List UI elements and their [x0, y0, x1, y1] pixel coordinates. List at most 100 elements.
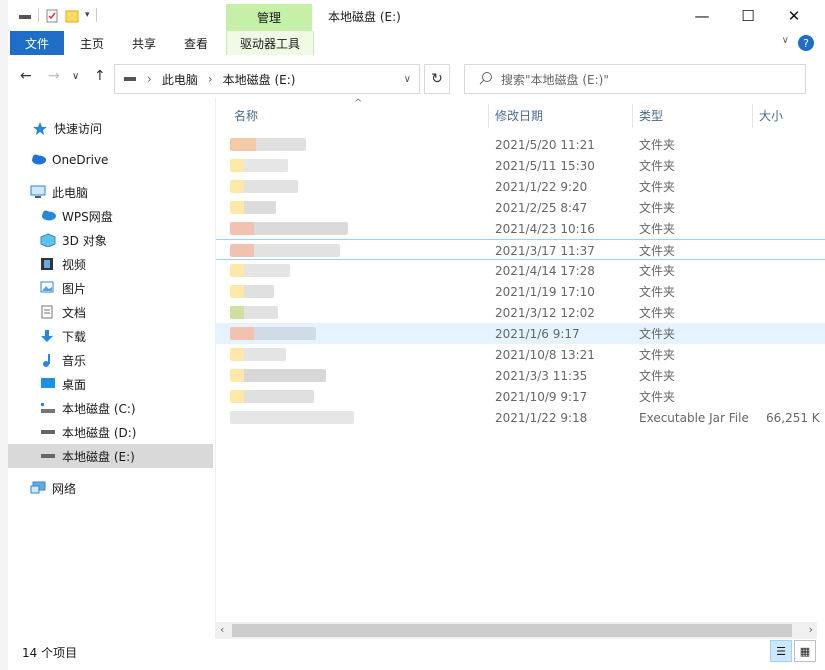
tab-view[interactable]: 查看 — [174, 31, 218, 55]
column-modified[interactable]: 修改日期 — [495, 100, 543, 130]
column-separator[interactable] — [632, 104, 633, 128]
nav-documents[interactable]: 文档 — [8, 300, 213, 324]
address-bar[interactable]: › 此电脑 › 本地磁盘 (E:) ∨ — [114, 64, 420, 94]
file-type: 文件夹 — [639, 369, 676, 383]
scrollbar-thumb[interactable] — [232, 624, 792, 637]
file-type: 文件夹 — [639, 138, 676, 152]
file-row[interactable]: 2021/2/25 8:47 文件夹 — [216, 197, 825, 218]
file-type: 文件夹 — [639, 264, 676, 278]
properties-icon[interactable] — [45, 9, 59, 23]
address-row: ← → ∨ ↑ › 此电脑 › 本地磁盘 (E:) ∨ ↻ 搜索"本地磁盘 (E… — [8, 60, 825, 96]
download-icon — [40, 329, 56, 343]
nav-label: 文档 — [62, 305, 87, 320]
file-name-redacted — [230, 285, 274, 298]
recent-dropdown-icon[interactable]: ∨ — [72, 71, 79, 82]
nav-wps-drive[interactable]: WPS网盘 — [8, 204, 213, 228]
cube-icon — [40, 233, 56, 248]
file-type: 文件夹 — [639, 327, 676, 341]
forward-arrow-icon[interactable]: → — [48, 68, 60, 84]
file-row-focused[interactable]: 2021/3/17 11:37 文件夹 — [216, 239, 825, 260]
file-name-redacted — [230, 138, 306, 151]
nav-videos[interactable]: 视频 — [8, 252, 213, 276]
maximize-icon[interactable]: ☐ — [725, 0, 771, 31]
file-row[interactable]: 2021/4/23 10:16 文件夹 — [216, 218, 825, 239]
file-row[interactable]: 2021/3/3 11:35 文件夹 — [216, 365, 825, 386]
tab-driver-tools[interactable]: 驱动器工具 — [226, 31, 314, 55]
item-count: 14 个项目 — [22, 646, 78, 660]
chevron-down-icon[interactable]: ∨ — [782, 35, 789, 46]
manage-context-tab[interactable]: 管理 — [226, 4, 312, 31]
refresh-icon[interactable]: ↻ — [424, 64, 450, 94]
file-row[interactable]: 2021/10/8 13:21 文件夹 — [216, 344, 825, 365]
file-row[interactable]: 2021/10/9 9:17 文件夹 — [216, 386, 825, 407]
file-modified: 2021/1/19 17:10 — [495, 284, 595, 299]
qat-dropdown-icon[interactable]: ▾ — [85, 10, 90, 20]
scroll-left-icon[interactable]: ‹ — [220, 623, 224, 636]
details-view-icon[interactable]: ☰ — [770, 640, 792, 662]
file-row[interactable]: 2021/5/20 11:21 文件夹 — [216, 134, 825, 155]
nav-3d-objects[interactable]: 3D 对象 — [8, 228, 213, 252]
large-icons-view-icon[interactable]: ▦ — [794, 640, 816, 662]
nav-quick-access[interactable]: 快速访问 — [8, 116, 213, 140]
file-row[interactable]: 2021/3/12 12:02 文件夹 — [216, 302, 825, 323]
new-folder-icon[interactable] — [65, 9, 79, 23]
column-type[interactable]: 类型 — [639, 100, 663, 130]
nav-music[interactable]: 音乐 — [8, 348, 213, 372]
breadcrumb-drive-e[interactable]: 本地磁盘 (E:) — [223, 71, 296, 88]
nav-drive-e[interactable]: 本地磁盘 (E:) — [8, 444, 213, 468]
nav-drive-d[interactable]: 本地磁盘 (D:) — [8, 420, 213, 444]
picture-icon — [40, 281, 56, 295]
file-type: 文件夹 — [639, 180, 676, 194]
drive-icon[interactable] — [18, 9, 32, 21]
file-row[interactable]: 2021/1/22 9:20 文件夹 — [216, 176, 825, 197]
file-size: 66,251 K — [766, 410, 820, 425]
breadcrumb-this-pc[interactable]: 此电脑 — [162, 71, 198, 88]
desktop-icon — [40, 377, 56, 391]
address-dropdown-icon[interactable]: ∨ — [404, 74, 411, 85]
file-name-redacted — [230, 369, 326, 382]
help-icon[interactable]: ? — [798, 35, 814, 51]
file-row[interactable]: 2021/5/11 15:30 文件夹 — [216, 155, 825, 176]
window-title: 本地磁盘 (E:) — [328, 10, 401, 24]
scroll-right-icon[interactable]: › — [809, 623, 813, 636]
nav-network[interactable]: 网络 — [8, 476, 213, 500]
nav-drive-c[interactable]: 本地磁盘 (C:) — [8, 396, 213, 420]
file-type: 文件夹 — [639, 201, 676, 215]
tab-share[interactable]: 共享 — [122, 31, 166, 55]
up-arrow-icon[interactable]: ↑ — [94, 68, 106, 84]
nav-desktop[interactable]: 桌面 — [8, 372, 213, 396]
nav-label: 本地磁盘 (C:) — [62, 401, 136, 416]
file-type: 文件夹 — [639, 306, 676, 320]
search-icon — [479, 71, 493, 88]
file-row[interactable]: 2021/1/22 9:18 Executable Jar File 66,25… — [216, 407, 825, 428]
nav-pictures[interactable]: 图片 — [8, 276, 213, 300]
breadcrumb-separator-icon[interactable]: › — [147, 72, 152, 86]
search-placeholder: 搜索"本地磁盘 (E:)" — [501, 72, 609, 87]
close-icon[interactable]: ✕ — [771, 0, 817, 31]
nav-onedrive[interactable]: OneDrive — [8, 148, 213, 172]
minimize-icon[interactable]: — — [679, 0, 725, 31]
file-modified: 2021/2/25 8:47 — [495, 200, 588, 215]
tab-home[interactable]: 主页 — [70, 31, 114, 55]
horizontal-scrollbar[interactable]: ‹ › — [216, 622, 817, 639]
column-separator[interactable] — [488, 104, 489, 128]
breadcrumb-separator-icon[interactable]: › — [208, 72, 213, 86]
column-name[interactable]: 名称 — [234, 100, 258, 130]
tab-file[interactable]: 文件 — [10, 31, 64, 55]
column-separator[interactable] — [752, 104, 753, 128]
network-icon — [30, 481, 46, 495]
file-type: 文件夹 — [639, 348, 676, 362]
search-input[interactable]: 搜索"本地磁盘 (E:)" — [464, 64, 806, 94]
file-name-redacted — [230, 201, 276, 214]
nav-this-pc[interactable]: 此电脑 — [8, 180, 213, 204]
file-row[interactable]: 2021/1/19 17:10 文件夹 — [216, 281, 825, 302]
back-arrow-icon[interactable]: ← — [20, 68, 32, 84]
title-bar: ▾ 管理 本地磁盘 (E:) — ☐ ✕ — [8, 0, 825, 31]
column-size[interactable]: 大小 — [759, 100, 783, 130]
file-modified: 2021/5/11 15:30 — [495, 158, 595, 173]
file-name-redacted — [230, 244, 340, 257]
file-row[interactable]: 2021/4/14 17:28 文件夹 — [216, 260, 825, 281]
file-row-hovered[interactable]: 2021/1/6 9:17 文件夹 — [216, 323, 825, 344]
nav-downloads[interactable]: 下载 — [8, 324, 213, 348]
drive-icon — [40, 425, 56, 439]
